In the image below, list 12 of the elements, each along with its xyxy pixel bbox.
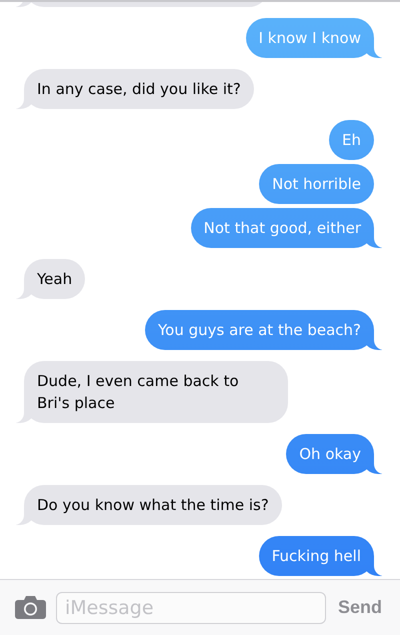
sent-message: You guys are at the beach? <box>144 310 384 350</box>
received-message: Dude, I even came back to Bri's place <box>14 361 288 423</box>
sent-message: Fucking hell <box>258 536 384 576</box>
sent-message: Oh okay <box>286 434 384 474</box>
received-message: Do you know what the time is? <box>14 485 282 525</box>
sent-message: I know I know <box>246 18 384 58</box>
send-button[interactable]: Send <box>338 594 382 621</box>
message-input[interactable]: iMessage <box>56 592 326 624</box>
received-message: In any case, did you like it? <box>14 69 254 109</box>
sent-message: Not that good, either <box>190 208 384 248</box>
received-message: Yeah <box>14 259 86 299</box>
camera-icon[interactable] <box>15 596 46 619</box>
